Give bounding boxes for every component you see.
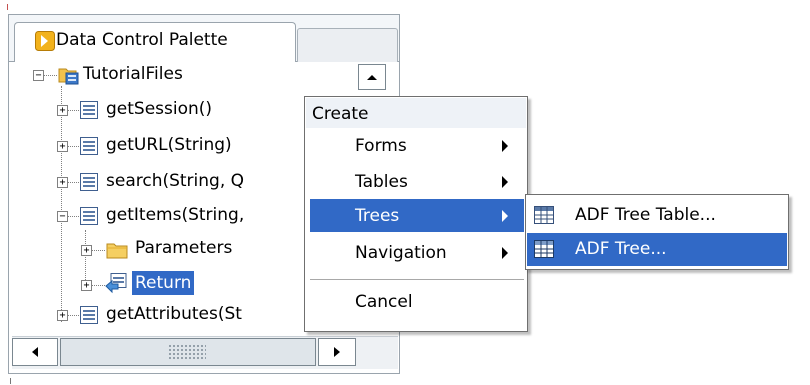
submenu-arrow-icon [502,140,508,152]
tree-line [67,315,79,316]
tree-item[interactable]: getItems(String, [106,205,244,225]
folder-icon [106,240,128,260]
tree-line [67,216,79,217]
submenu-item-adf-tree[interactable]: ADF Tree... [575,239,667,259]
expand-toggle[interactable]: + [57,105,68,116]
expand-toggle[interactable]: + [57,310,68,321]
method-icon [80,101,98,119]
menu-item-forms[interactable]: Forms [355,136,407,156]
expand-toggle[interactable]: + [57,177,68,188]
tree-line [67,146,79,147]
tree-item[interactable]: getAttributes(St [106,304,242,324]
menu-item-cancel[interactable]: Cancel [355,292,413,312]
method-icon [80,207,98,225]
method-icon [80,173,98,191]
tab-label: Data Control Palette [56,30,228,50]
edge-mark [7,4,8,10]
menu-header-create: Create [312,104,369,124]
collapse-toggle[interactable]: − [57,211,68,222]
expand-toggle[interactable]: + [81,245,92,256]
menu-item-highlight [310,199,524,232]
menu-item-navigation[interactable]: Navigation [355,243,447,263]
tree-line [85,230,86,286]
tree-child-parameters[interactable]: Parameters [135,238,232,258]
thumb-grip [168,344,206,360]
scroll-right-button[interactable] [318,338,356,366]
tree-table-icon [534,206,554,224]
tree-item[interactable]: search(String, Q [106,171,244,191]
expand-toggle[interactable]: + [57,141,68,152]
menu-separator [310,279,524,280]
scroll-up-button[interactable] [358,64,386,90]
tree-child-return-selected[interactable]: Return [132,271,195,295]
method-icon [80,137,98,155]
menu-item-tables[interactable]: Tables [355,172,408,192]
tree-line [67,182,79,183]
tab-inactive[interactable] [297,28,398,62]
collapse-toggle[interactable]: − [33,70,44,81]
submenu-arrow-icon [502,210,508,222]
return-icon [104,272,128,294]
palette-icon [35,31,55,51]
tree-item[interactable]: getSession() [106,99,212,119]
tree-line [91,250,105,251]
tree-line [43,75,57,76]
project-folder-icon [58,64,80,86]
scroll-left-button[interactable] [12,338,58,366]
tree-line [61,86,62,322]
edge-mark-bottom [10,378,11,384]
menu-item-trees[interactable]: Trees [355,206,399,226]
tree-root-label[interactable]: TutorialFiles [83,64,183,84]
tree-icon [534,240,554,258]
method-icon [80,306,98,324]
expand-toggle[interactable]: + [81,280,92,291]
tree-item[interactable]: getURL(String) [106,135,232,155]
tree-line [67,110,79,111]
submenu-arrow-icon [502,247,508,259]
submenu-arrow-icon [502,176,508,188]
submenu-item-adf-tree-table[interactable]: ADF Tree Table... [575,205,716,225]
tree-line [91,285,105,286]
